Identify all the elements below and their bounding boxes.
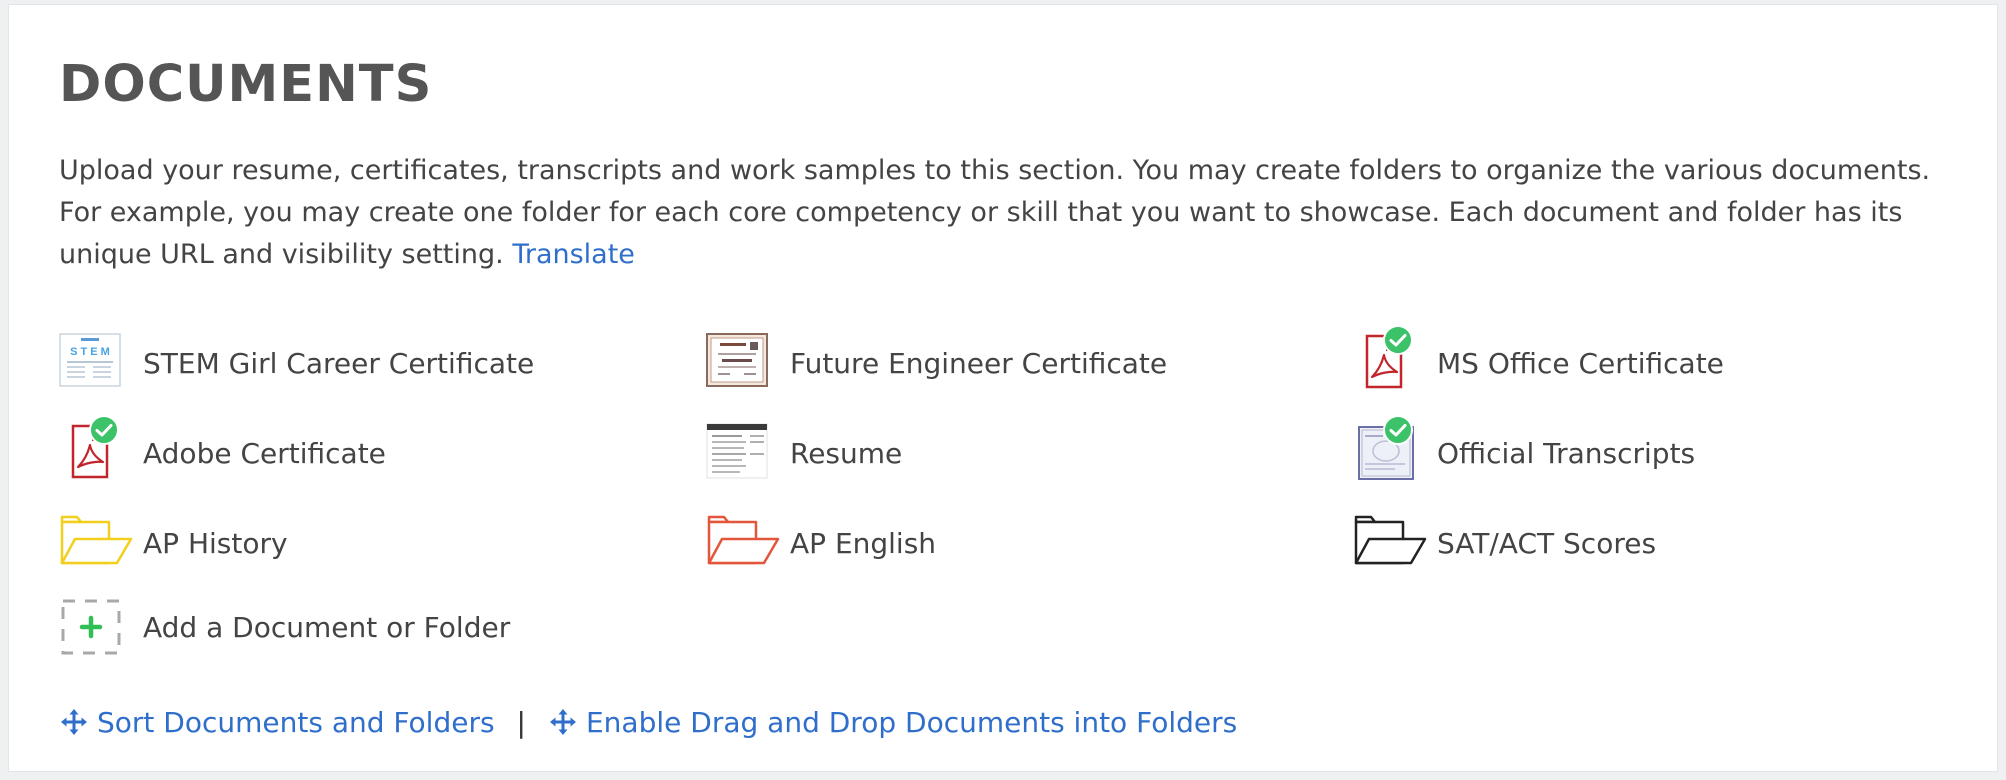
enable-drag-drop-label: Enable Drag and Drop Documents into Fold…	[585, 705, 1238, 739]
document-thumbnail-icon	[706, 423, 776, 483]
pdf-icon	[1353, 325, 1423, 393]
certificate-thumbnail-icon: S T E M	[59, 333, 129, 393]
document-actions: Sort Documents and Folders | Enable Drag…	[59, 700, 1237, 744]
document-item-official-transcripts[interactable]: Official Transcripts	[1353, 415, 1696, 483]
folder-icon	[59, 513, 133, 573]
verified-check-icon	[1383, 415, 1413, 445]
folder-item-sat-act-scores[interactable]: SAT/ACT Scores	[1353, 513, 1656, 573]
translate-link[interactable]: Translate	[512, 239, 635, 270]
document-item-resume[interactable]: Resume	[706, 423, 902, 483]
section-title: DOCUMENTS	[59, 55, 433, 114]
documents-panel: DOCUMENTS Upload your resume, certificat…	[8, 4, 1998, 772]
sort-documents-label: Sort Documents and Folders	[97, 705, 495, 739]
document-label: MS Office Certificate	[1437, 346, 1724, 380]
section-description: Upload your resume, certificates, transc…	[59, 150, 1959, 276]
document-label: Adobe Certificate	[143, 436, 386, 470]
svg-text:S T E M: S T E M	[70, 346, 110, 358]
folder-label: SAT/ACT Scores	[1437, 526, 1657, 560]
folder-icon	[1353, 513, 1427, 573]
pdf-icon	[59, 415, 129, 483]
verified-check-icon	[1383, 325, 1413, 355]
link-separator: |	[516, 705, 526, 739]
document-item-adobe-certificate[interactable]: Adobe Certificate	[59, 415, 386, 483]
folder-label: AP English	[790, 526, 937, 560]
folder-icon	[706, 513, 780, 573]
document-item-stem-girl-career-certificate[interactable]: S T E M STEM Girl Career Certificate	[59, 333, 534, 393]
verified-check-icon	[89, 415, 119, 445]
add-item-label: Add a Document or Folder	[143, 610, 511, 644]
sort-documents-link[interactable]: Sort Documents and Folders	[59, 706, 495, 739]
enable-drag-drop-link[interactable]: Enable Drag and Drop Documents into Fold…	[548, 706, 1237, 739]
document-label: Resume	[790, 436, 903, 470]
document-item-ms-office-certificate[interactable]: MS Office Certificate	[1353, 325, 1724, 393]
document-label: Official Transcripts	[1437, 436, 1696, 470]
document-label: STEM Girl Career Certificate	[143, 346, 535, 380]
move-arrows-icon	[61, 709, 87, 735]
folder-item-ap-history[interactable]: AP History	[59, 513, 288, 573]
move-arrows-icon	[549, 709, 576, 735]
document-label: Future Engineer Certificate	[790, 346, 1168, 380]
document-item-future-engineer-certificate[interactable]: Future Engineer Certificate	[706, 333, 1167, 393]
folder-label: AP History	[143, 526, 288, 560]
add-document-or-folder-button[interactable]: Add a Document or Folder	[59, 597, 510, 657]
transcript-thumbnail-icon	[1353, 415, 1423, 483]
certificate-thumbnail-icon	[706, 333, 776, 393]
folder-item-ap-english[interactable]: AP English	[706, 513, 936, 573]
add-icon	[59, 597, 129, 657]
description-text: Upload your resume, certificates, transc…	[59, 155, 1931, 270]
